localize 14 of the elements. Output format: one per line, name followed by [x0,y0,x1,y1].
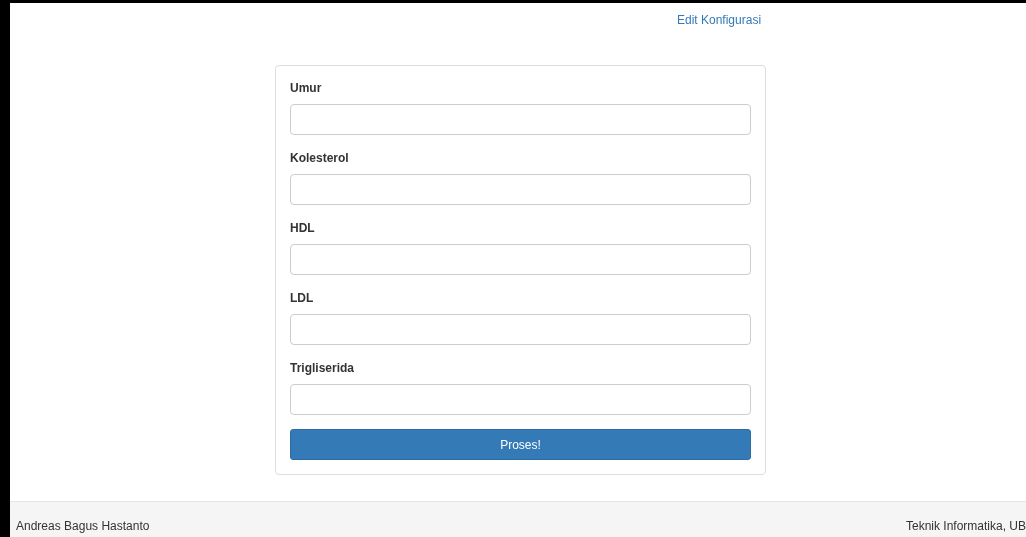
input-field[interactable] [290,104,751,135]
department-text: Teknik Informatika, UB [905,518,1026,535]
input-field[interactable] [290,174,751,205]
field-label: Umur [290,80,323,97]
field-label: HDL [290,220,316,237]
field-label: Trigliserida [290,360,356,377]
field-label: Kolesterol [290,150,350,167]
field-label: LDL [290,290,315,307]
submit-button[interactable]: Proses! [290,429,751,460]
input-field[interactable] [290,244,751,275]
input-field[interactable] [290,384,751,415]
input-field[interactable] [290,314,751,345]
edit-config-link[interactable]: Edit Konfigurasi [677,11,762,29]
author-name: Andreas Bagus Hastanto [16,518,150,535]
